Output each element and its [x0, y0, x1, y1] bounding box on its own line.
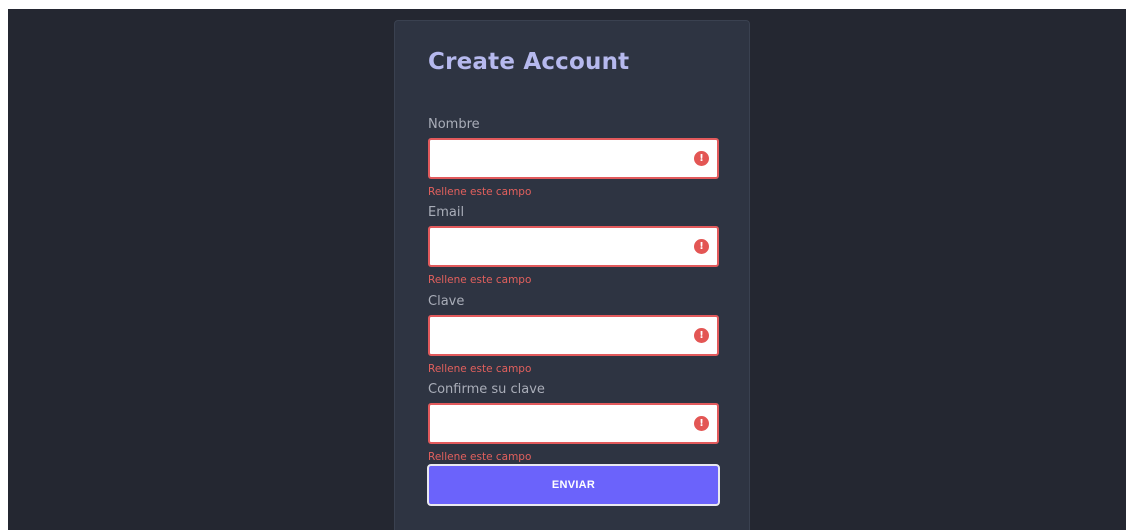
password-label: Clave: [428, 294, 465, 309]
email-field-wrapper: !: [428, 226, 719, 267]
password-field-wrapper: !: [428, 315, 719, 356]
submit-button[interactable]: ENVIAR: [427, 464, 720, 506]
confirm-password-input[interactable]: [430, 405, 717, 442]
error-icon: !: [694, 239, 709, 254]
email-error-message: Rellene este campo: [428, 274, 532, 286]
error-icon: !: [694, 328, 709, 343]
email-label: Email: [428, 205, 465, 220]
email-input[interactable]: [430, 228, 717, 265]
password-error-message: Rellene este campo: [428, 363, 532, 375]
name-input[interactable]: [430, 140, 717, 177]
name-label: Nombre: [428, 117, 480, 132]
name-field-wrapper: !: [428, 138, 719, 179]
create-account-form: Create Account Nombre ! Rellene este cam…: [394, 20, 750, 530]
form-title: Create Account: [428, 49, 630, 75]
page-background: Create Account Nombre ! Rellene este cam…: [8, 9, 1126, 530]
confirm-password-field-wrapper: !: [428, 403, 719, 444]
error-icon: !: [694, 151, 709, 166]
error-icon: !: [694, 416, 709, 431]
confirm-password-error-message: Rellene este campo: [428, 451, 532, 463]
name-error-message: Rellene este campo: [428, 186, 532, 198]
confirm-password-label: Confirme su clave: [428, 382, 545, 397]
password-input[interactable]: [430, 317, 717, 354]
